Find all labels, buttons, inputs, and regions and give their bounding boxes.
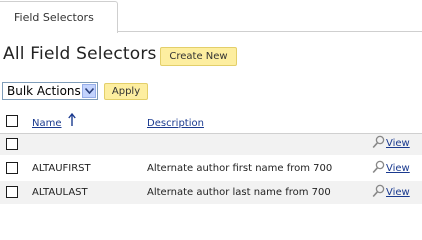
tab-bar: Field Selectors (0, 0, 422, 33)
bulk-actions-select[interactable]: Bulk Actions (2, 82, 98, 100)
table-header: Name Description (0, 110, 422, 134)
bulk-actions-selected-value: Bulk Actions (7, 84, 81, 98)
table-row: ALTAUFIRST Alternate author first name f… (0, 157, 422, 180)
magnifier-icon (372, 184, 385, 198)
create-new-button[interactable]: Create New (160, 47, 237, 66)
magnifier-icon (372, 160, 385, 174)
view-link[interactable]: View (386, 138, 410, 149)
page-title: All Field Selectors (3, 44, 157, 64)
row-checkbox[interactable] (6, 186, 18, 198)
chevron-down-icon[interactable] (82, 84, 96, 98)
row-name: ALTAUFIRST (32, 163, 91, 174)
select-all-checkbox[interactable] (6, 115, 18, 127)
arrow-up-icon (68, 112, 76, 130)
row-checkbox[interactable] (6, 138, 18, 150)
magnifier-icon (372, 135, 385, 149)
tab-field-selectors[interactable]: Field Selectors (0, 1, 118, 33)
row-description: Alternate author first name from 700 (147, 163, 333, 174)
column-header-name[interactable]: Name (32, 118, 62, 129)
row-name: ALTAULAST (32, 187, 88, 198)
filter-row: View (0, 134, 422, 155)
view-link[interactable]: View (386, 187, 410, 198)
view-link[interactable]: View (386, 163, 410, 174)
column-header-description[interactable]: Description (147, 118, 204, 129)
table-row: ALTAULAST Alternate author last name fro… (0, 181, 422, 204)
row-checkbox[interactable] (6, 162, 18, 174)
row-description: Alternate author last name from 700 (147, 187, 331, 198)
apply-button[interactable]: Apply (104, 83, 148, 100)
